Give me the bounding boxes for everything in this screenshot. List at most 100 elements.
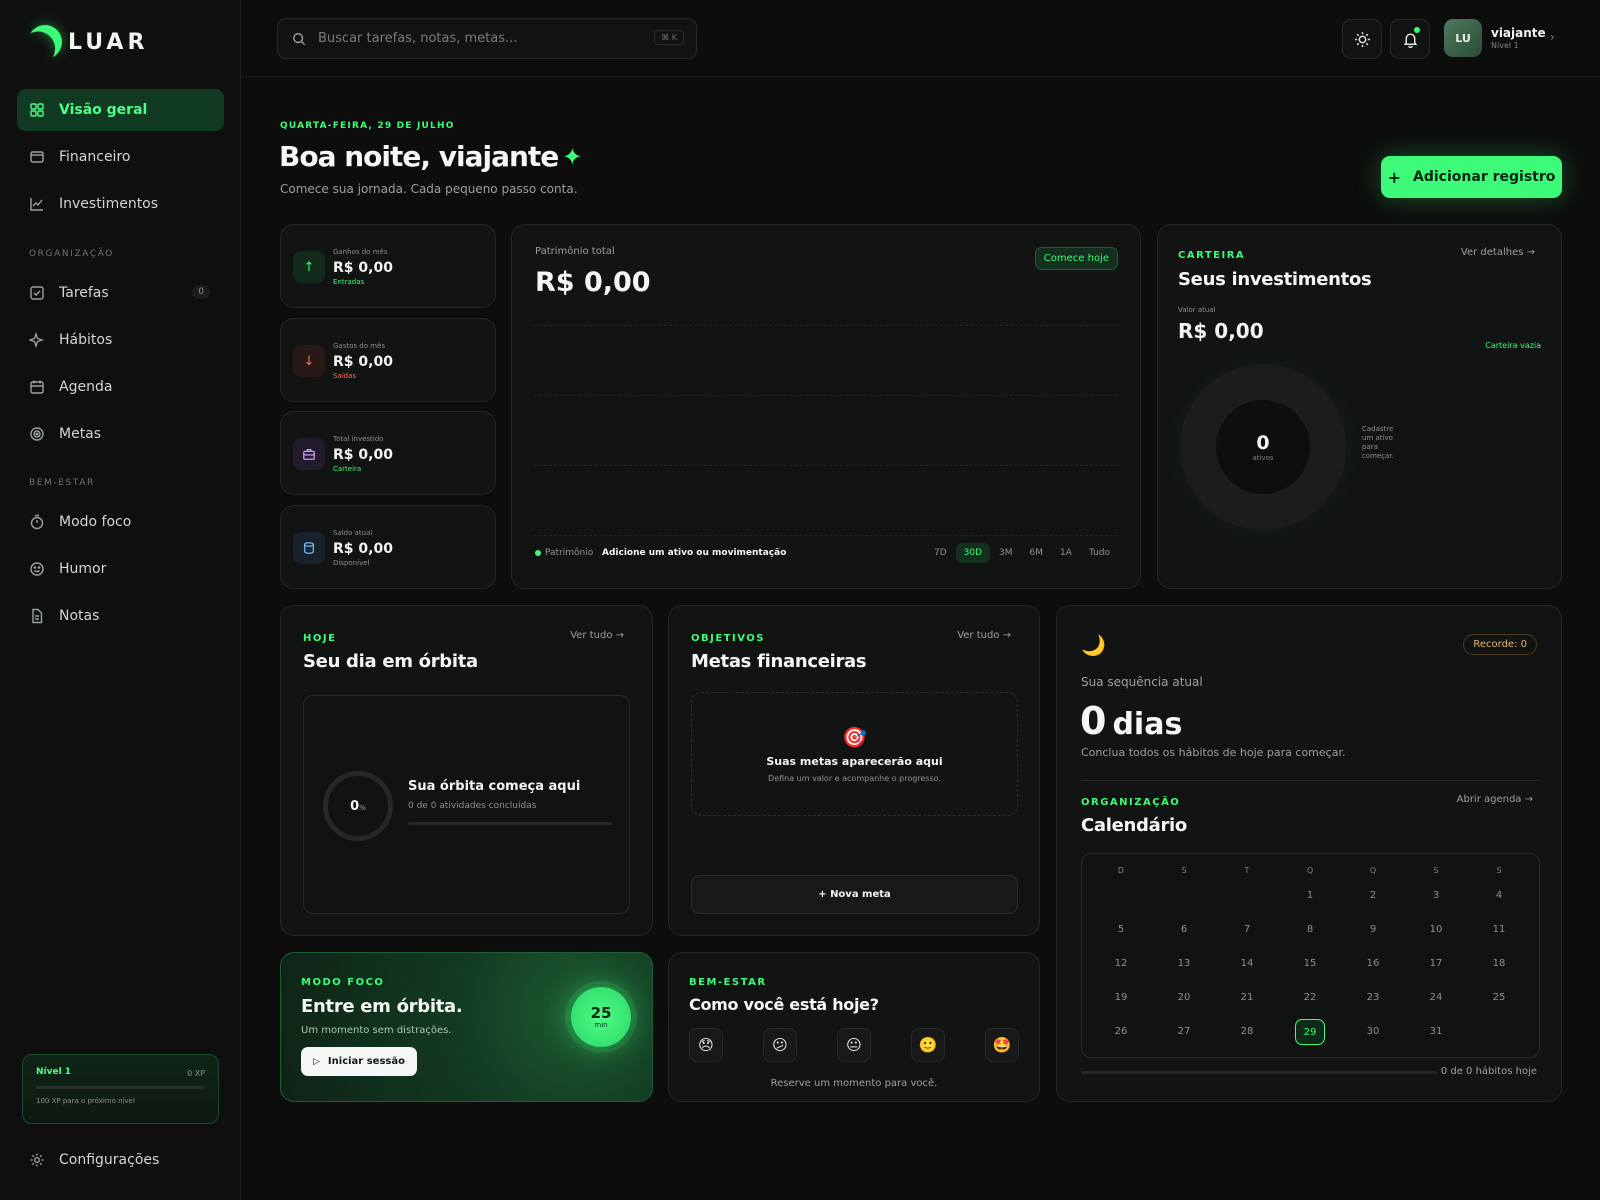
sidebar-item-habitos[interactable]: Hábitos: [17, 319, 224, 361]
donut-center: 0 ativos: [1216, 400, 1310, 494]
calendar-day[interactable]: 19: [1106, 985, 1136, 1011]
calendar-day[interactable]: 28: [1232, 1019, 1262, 1045]
chevron-right-icon[interactable]: ›: [1550, 30, 1555, 44]
carteira-card: CARTEIRA Ver detalhes → Seus investiment…: [1157, 224, 1562, 589]
range-6m[interactable]: 6M: [1022, 543, 1052, 563]
calendar-day[interactable]: 9: [1358, 917, 1388, 943]
calendar-day[interactable]: 7: [1232, 917, 1262, 943]
calendar-day[interactable]: 24: [1421, 985, 1451, 1011]
calendar-day[interactable]: 26: [1106, 1019, 1136, 1045]
calendar-icon: [29, 379, 45, 395]
calendar-day[interactable]: 10: [1421, 917, 1451, 943]
progress-ring: 0%: [323, 771, 393, 841]
mood-unsure-button[interactable]: 😕: [763, 1028, 797, 1062]
new-goal-button[interactable]: + Nova meta: [691, 875, 1018, 914]
topbar: Buscar tarefas, notas, metas... ⌘ K LU v…: [241, 0, 1600, 77]
add-record-button[interactable]: + Adicionar registro: [1381, 156, 1562, 198]
calendar-day[interactable]: 2: [1358, 883, 1388, 909]
calendar-day[interactable]: 11: [1484, 917, 1514, 943]
avatar[interactable]: LU: [1444, 19, 1482, 57]
theme-toggle-button[interactable]: [1342, 19, 1382, 59]
sidebar-item-humor[interactable]: Humor: [17, 548, 224, 590]
stat-card-ganhos[interactable]: ↑ Ganhos do mês R$ 0,00 Entradas: [280, 224, 496, 308]
range-1a[interactable]: 1A: [1052, 543, 1080, 563]
calendar-day[interactable]: 12: [1106, 951, 1136, 977]
notifications-button[interactable]: [1390, 19, 1430, 59]
search-input[interactable]: Buscar tarefas, notas, metas... ⌘ K: [277, 18, 697, 59]
grid-icon: [29, 102, 45, 118]
calendar-day[interactable]: 18: [1484, 951, 1514, 977]
see-all-link[interactable]: Ver tudo →: [570, 630, 624, 641]
sidebar-item-financeiro[interactable]: Financeiro: [17, 136, 224, 178]
arrow-down-icon: ↓: [293, 345, 325, 377]
current-date: QUARTA-FEIRA, 29 DE JULHO: [280, 121, 455, 131]
calendar-day[interactable]: 4: [1484, 883, 1514, 909]
calendar-day[interactable]: 13: [1169, 951, 1199, 977]
start-session-button[interactable]: ▷ Iniciar sessão: [301, 1047, 417, 1076]
orbit-panel: 0% Sua órbita começa aqui 0 de 0 ativida…: [303, 695, 630, 914]
calendar-day[interactable]: 1: [1295, 883, 1325, 909]
timer-icon: [29, 514, 45, 530]
section-label-bem-estar: BEM-ESTAR: [29, 478, 95, 488]
sidebar-item-agenda[interactable]: Agenda: [17, 366, 224, 408]
start-today-badge[interactable]: Comece hoje: [1034, 247, 1118, 270]
sidebar-item-modo-foco[interactable]: Modo foco: [17, 501, 224, 543]
calendar-day[interactable]: 15: [1295, 951, 1325, 977]
calendar-day[interactable]: 30: [1358, 1019, 1388, 1045]
calendar-day[interactable]: 5: [1106, 917, 1136, 943]
calendar-day[interactable]: 23: [1358, 985, 1388, 1011]
page-title: Boa noite, viajante ✦: [279, 140, 582, 173]
sidebar-item-visao-geral[interactable]: Visão geral: [17, 89, 224, 131]
calendar-day[interactable]: 6: [1169, 917, 1199, 943]
sidebar-item-investimentos[interactable]: Investimentos: [17, 183, 224, 225]
sidebar-item-label: Humor: [59, 561, 107, 577]
calendar-day[interactable]: 25: [1484, 985, 1514, 1011]
brand-name: LUAR: [68, 29, 149, 55]
calendar-day[interactable]: 20: [1169, 985, 1199, 1011]
stat-label: Ganhos do mês: [333, 248, 388, 256]
calendar-title: Calendário: [1081, 815, 1187, 836]
carteira-title: Seus investimentos: [1178, 269, 1372, 290]
play-icon: ▷: [313, 1056, 320, 1067]
range-tudo[interactable]: Tudo: [1081, 543, 1118, 563]
level-hint: 100 XP para o próximo nível: [36, 1097, 135, 1105]
range-30d[interactable]: 30D: [955, 543, 991, 563]
mood-neutral-button[interactable]: 😐: [837, 1028, 871, 1062]
open-agenda-link[interactable]: Abrir agenda →: [1457, 794, 1533, 805]
calendar-day[interactable]: 16: [1358, 951, 1388, 977]
metas-empty-state: 🎯 Suas metas aparecerão aqui Defina um v…: [691, 692, 1018, 816]
chart-cta[interactable]: Adicione um ativo ou movimentação: [602, 548, 786, 558]
mood-excited-button[interactable]: 🤩: [985, 1028, 1019, 1062]
calendar-day[interactable]: 22: [1295, 985, 1325, 1011]
see-details-link[interactable]: Ver detalhes →: [1461, 247, 1535, 258]
hoje-card: HOJE Ver tudo → Seu dia em órbita 0% Sua…: [280, 605, 653, 936]
progress-percent: 0: [350, 798, 360, 814]
mood-happy-button[interactable]: 🙂: [911, 1028, 945, 1062]
calendar-day[interactable]: 8: [1295, 917, 1325, 943]
file-icon: [29, 608, 45, 624]
calendar-day[interactable]: 3: [1421, 883, 1451, 909]
calendar-day[interactable]: 27: [1169, 1019, 1199, 1045]
calendar-day[interactable]: 31: [1421, 1019, 1451, 1045]
stat-card-saldo[interactable]: Saldo atual R$ 0,00 Disponível: [280, 505, 496, 589]
patrimonio-label: Patrimônio total: [535, 246, 615, 257]
range-7d[interactable]: 7D: [926, 543, 955, 563]
user-name[interactable]: viajante: [1491, 26, 1546, 40]
orbit-detail: 0 de 0 atividades concluídas: [408, 801, 537, 811]
calendar-day[interactable]: 21: [1232, 985, 1262, 1011]
see-all-link[interactable]: Ver tudo →: [957, 630, 1011, 641]
sidebar-item-metas[interactable]: Metas: [17, 413, 224, 455]
focus-timer[interactable]: 25 min: [571, 987, 631, 1047]
calendar-day[interactable]: 17: [1421, 951, 1451, 977]
calendar-day[interactable]: 14: [1232, 951, 1262, 977]
range-3m[interactable]: 3M: [991, 543, 1021, 563]
sidebar-item-label: Financeiro: [59, 149, 131, 165]
calendar-day-today[interactable]: 29: [1295, 1019, 1325, 1045]
stat-card-gastos[interactable]: ↓ Gastos do mês R$ 0,00 Saídas: [280, 318, 496, 402]
sidebar-item-notas[interactable]: Notas: [17, 595, 224, 637]
mood-sad-button[interactable]: 😞: [689, 1028, 723, 1062]
logo[interactable]: LUAR: [28, 25, 148, 59]
sidebar-item-configuracoes[interactable]: Configurações: [17, 1139, 224, 1181]
sidebar-item-tarefas[interactable]: Tarefas 0: [17, 272, 224, 314]
stat-card-investido[interactable]: Total investido R$ 0,00 Carteira: [280, 411, 496, 495]
